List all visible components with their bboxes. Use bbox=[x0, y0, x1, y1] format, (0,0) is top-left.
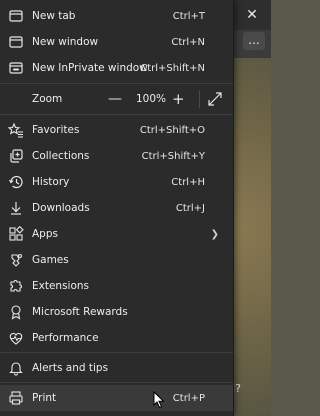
zoom-out-button[interactable]: — bbox=[108, 91, 122, 107]
inprivate-icon bbox=[8, 60, 24, 76]
menu-item-collections[interactable]: Collections Ctrl+Shift+Y bbox=[0, 143, 233, 169]
print-icon bbox=[8, 390, 24, 406]
menu-item-shortcut: Ctrl+Shift+O bbox=[139, 124, 205, 136]
menu-item-downloads[interactable]: Downloads Ctrl+J bbox=[0, 195, 233, 221]
menu-item-performance[interactable]: Performance bbox=[0, 325, 233, 351]
new-tab-icon bbox=[8, 8, 24, 24]
zoom-value: 100% bbox=[136, 93, 167, 105]
zoom-in-button[interactable]: + bbox=[172, 90, 185, 108]
menu-item-new-tab[interactable]: New tab Ctrl+T bbox=[0, 3, 233, 29]
games-icon bbox=[8, 252, 24, 268]
menu-item-label: Apps bbox=[32, 228, 58, 240]
menu-item-shortcut: Ctrl+N bbox=[171, 36, 205, 48]
menu-item-label: Favorites bbox=[32, 124, 80, 136]
chevron-right-icon: ❯ bbox=[210, 228, 219, 240]
menu-item-label: New window bbox=[32, 36, 99, 48]
rewards-icon bbox=[8, 304, 24, 320]
favorites-icon bbox=[8, 122, 24, 138]
downloads-icon bbox=[8, 200, 24, 216]
apps-icon bbox=[8, 226, 24, 242]
menu-item-label: Games bbox=[32, 254, 69, 266]
menu-item-microsoft-rewards[interactable]: Microsoft Rewards bbox=[0, 299, 233, 325]
menu-item-games[interactable]: Games bbox=[0, 247, 233, 273]
new-window-icon bbox=[8, 34, 24, 50]
menu-item-shortcut: Ctrl+T bbox=[172, 10, 205, 22]
history-icon bbox=[8, 174, 24, 190]
close-window-button[interactable]: ✕ bbox=[243, 6, 261, 24]
settings-and-more-button[interactable]: ... bbox=[243, 32, 265, 50]
menu-item-shortcut: Ctrl+H bbox=[171, 176, 205, 188]
menu-item-label: History bbox=[32, 176, 70, 188]
menu-item-label: Extensions bbox=[32, 280, 90, 292]
menu-item-favorites[interactable]: Favorites Ctrl+Shift+O bbox=[0, 117, 233, 143]
zoom-label: Zoom bbox=[32, 93, 63, 105]
menu-separator bbox=[0, 382, 233, 383]
extensions-icon bbox=[8, 278, 24, 294]
menu-item-shortcut: Ctrl+P bbox=[172, 392, 205, 404]
fullscreen-icon[interactable] bbox=[207, 91, 223, 107]
menu-item-shortcut: Ctrl+J bbox=[175, 202, 205, 214]
menu-item-label: Microsoft Rewards bbox=[32, 306, 128, 318]
menu-item-apps[interactable]: Apps ❯ bbox=[0, 221, 233, 247]
menu-item-label: Print bbox=[32, 392, 57, 404]
zoom-row: Zoom — 100% + bbox=[0, 86, 233, 112]
mouse-cursor-icon bbox=[153, 391, 165, 409]
menu-item-print[interactable]: Print Ctrl+P bbox=[0, 385, 233, 411]
menu-separator bbox=[0, 352, 233, 353]
menu-item-new-window[interactable]: New window Ctrl+N bbox=[0, 29, 233, 55]
menu-item-label: Collections bbox=[32, 150, 90, 162]
menu-item-extensions[interactable]: Extensions bbox=[0, 273, 233, 299]
bell-icon bbox=[8, 360, 24, 376]
settings-menu: New tab Ctrl+T New window Ctrl+N New InP… bbox=[0, 0, 234, 416]
menu-separator bbox=[0, 114, 233, 115]
menu-item-shortcut: Ctrl+Shift+Y bbox=[141, 150, 205, 162]
menu-item-label: New InPrivate window bbox=[32, 62, 148, 74]
menu-item-shortcut: Ctrl+Shift+N bbox=[140, 62, 205, 74]
performance-icon bbox=[8, 330, 24, 346]
menu-item-label: Performance bbox=[32, 332, 99, 344]
menu-item-label: Alerts and tips bbox=[32, 362, 109, 374]
menu-item-alerts-and-tips[interactable]: Alerts and tips bbox=[0, 355, 233, 381]
menu-separator bbox=[0, 83, 233, 84]
zoom-divider bbox=[199, 90, 200, 108]
menu-item-label: Downloads bbox=[32, 202, 90, 214]
menu-item-new-inprivate-window[interactable]: New InPrivate window Ctrl+Shift+N bbox=[0, 55, 233, 81]
collections-icon bbox=[8, 148, 24, 164]
menu-item-label: New tab bbox=[32, 10, 76, 22]
menu-item-history[interactable]: History Ctrl+H bbox=[0, 169, 233, 195]
